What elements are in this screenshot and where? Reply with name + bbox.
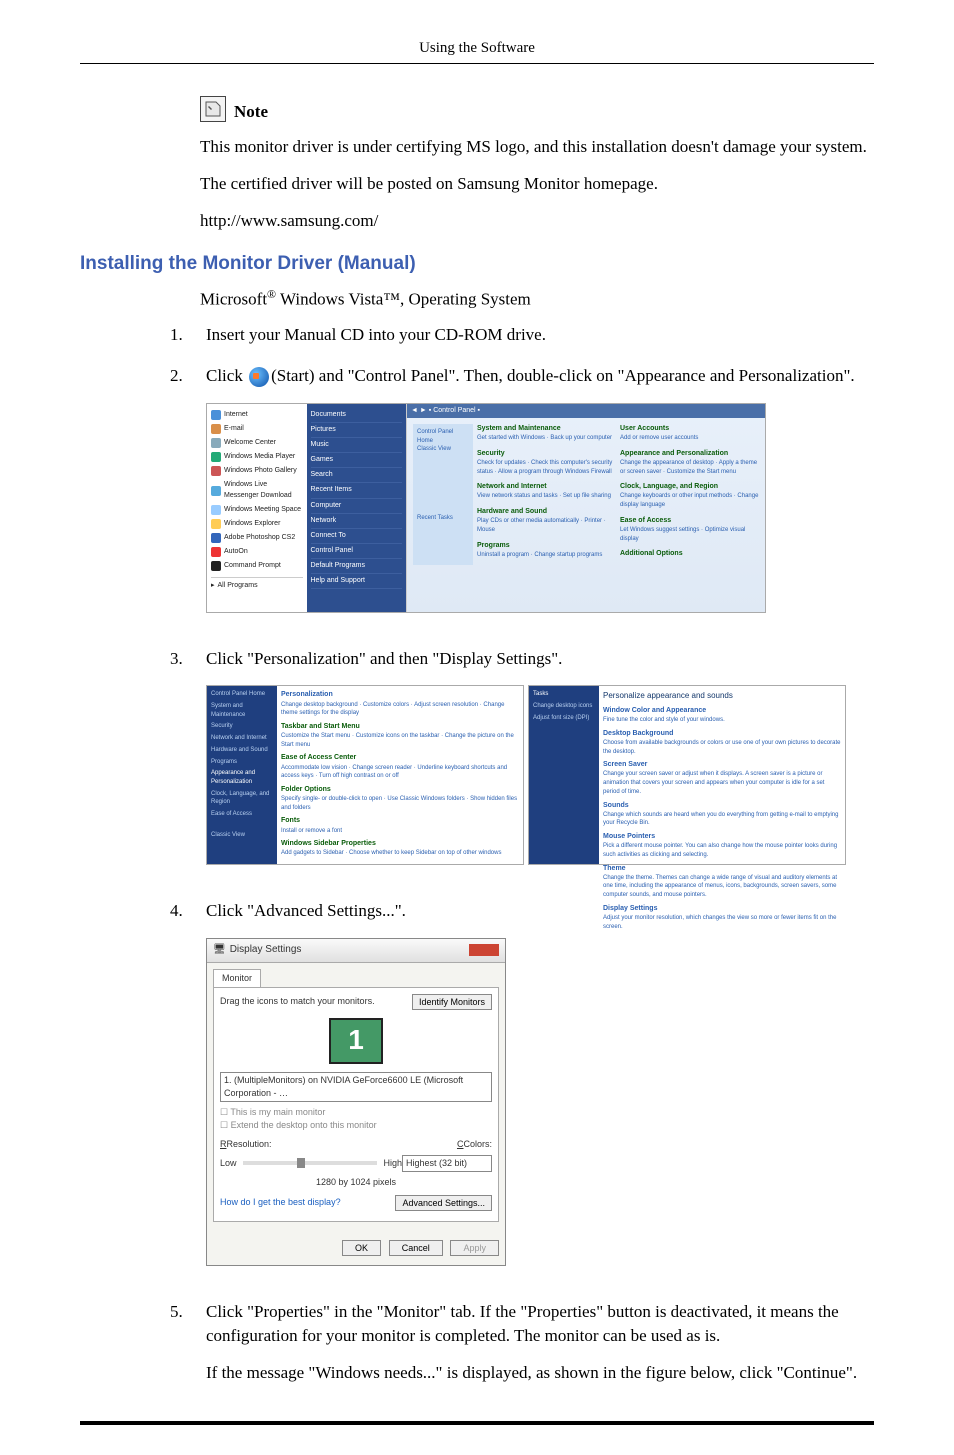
identify-monitors-button: Identify Monitors xyxy=(412,994,492,1010)
os-suffix: Windows Vista™, Operating System xyxy=(276,289,531,308)
step-4-num: 4. xyxy=(170,899,206,1283)
step-5-p1: Click "Properties" in the "Monitor" tab.… xyxy=(206,1300,874,1349)
step-2-num: 2. xyxy=(170,364,206,631)
color-depth-dropdown: Highest (32 bit) xyxy=(402,1155,492,1172)
start-menu-right: DocumentsPictures MusicGames SearchRecen… xyxy=(307,404,407,612)
dlg-title: Display Settings xyxy=(230,943,302,958)
note-label: Note xyxy=(234,102,268,121)
os-prefix: Microsoft xyxy=(200,289,267,308)
step-3-num: 3. xyxy=(170,647,206,884)
figure-personalization: Control Panel HomeSystem and Maintenance… xyxy=(206,685,874,865)
step-5-p2: If the message "Windows needs..." is dis… xyxy=(206,1361,874,1386)
step-1-num: 1. xyxy=(170,323,206,348)
start-orb-icon xyxy=(249,367,269,387)
section-heading: Installing the Monitor Driver (Manual) xyxy=(80,253,874,275)
step-2-text: Click (Start) and "Control Panel". Then,… xyxy=(206,364,874,389)
resolution-label: Resolution: xyxy=(227,1139,272,1149)
note-url: http://www.samsung.com/ xyxy=(200,210,874,233)
monitor-preview: 1 xyxy=(329,1018,383,1064)
note-line-2: The certified driver will be posted on S… xyxy=(200,173,874,196)
figure-start-control-panel: Internet E-mail Welcome Center Windows M… xyxy=(206,403,874,613)
chk-main-monitor: This is my main monitor xyxy=(230,1107,325,1117)
step-5-num: 5. xyxy=(170,1300,206,1386)
tab-monitor: Monitor xyxy=(213,969,261,987)
help-link: How do I get the best display? xyxy=(220,1196,341,1209)
monitor-dropdown: 1. (MultipleMonitors) on NVIDIA GeForce6… xyxy=(220,1072,492,1102)
resolution-value: 1280 by 1024 pixels xyxy=(220,1176,492,1189)
cancel-button: Cancel xyxy=(389,1240,443,1256)
note-block: Note xyxy=(200,96,874,122)
slider-high: High xyxy=(383,1157,402,1170)
start-menu-left: Internet E-mail Welcome Center Windows M… xyxy=(207,404,307,612)
step-2-text-b: (Start) and "Control Panel". Then, doubl… xyxy=(271,366,855,385)
close-icon xyxy=(469,944,499,956)
note-line-1: This monitor driver is under certifying … xyxy=(200,136,874,159)
footer-rule xyxy=(80,1421,874,1425)
advanced-settings-button: Advanced Settings... xyxy=(395,1195,492,1211)
apply-button: Apply xyxy=(450,1240,499,1256)
step-2-text-a: Click xyxy=(206,366,247,385)
chk-extend-desktop: Extend the desktop onto this monitor xyxy=(231,1120,377,1130)
figure-display-settings: 🖥Display Settings Monitor Drag the icons… xyxy=(206,938,874,1266)
os-line: Microsoft® Windows Vista™, Operating Sys… xyxy=(200,287,874,310)
step-1-text: Insert your Manual CD into your CD-ROM d… xyxy=(206,323,874,348)
step-3-text: Click "Personalization" and then "Displa… xyxy=(206,647,874,672)
page-header: Using the Software xyxy=(80,40,874,64)
drag-label: Drag the icons to match your monitors. xyxy=(220,995,375,1008)
slider-low: Low xyxy=(220,1157,237,1170)
ok-button: OK xyxy=(342,1240,381,1256)
colors-label: Colors: xyxy=(463,1139,492,1149)
step-4-text: Click "Advanced Settings...". xyxy=(206,899,874,924)
note-icon xyxy=(200,96,226,122)
